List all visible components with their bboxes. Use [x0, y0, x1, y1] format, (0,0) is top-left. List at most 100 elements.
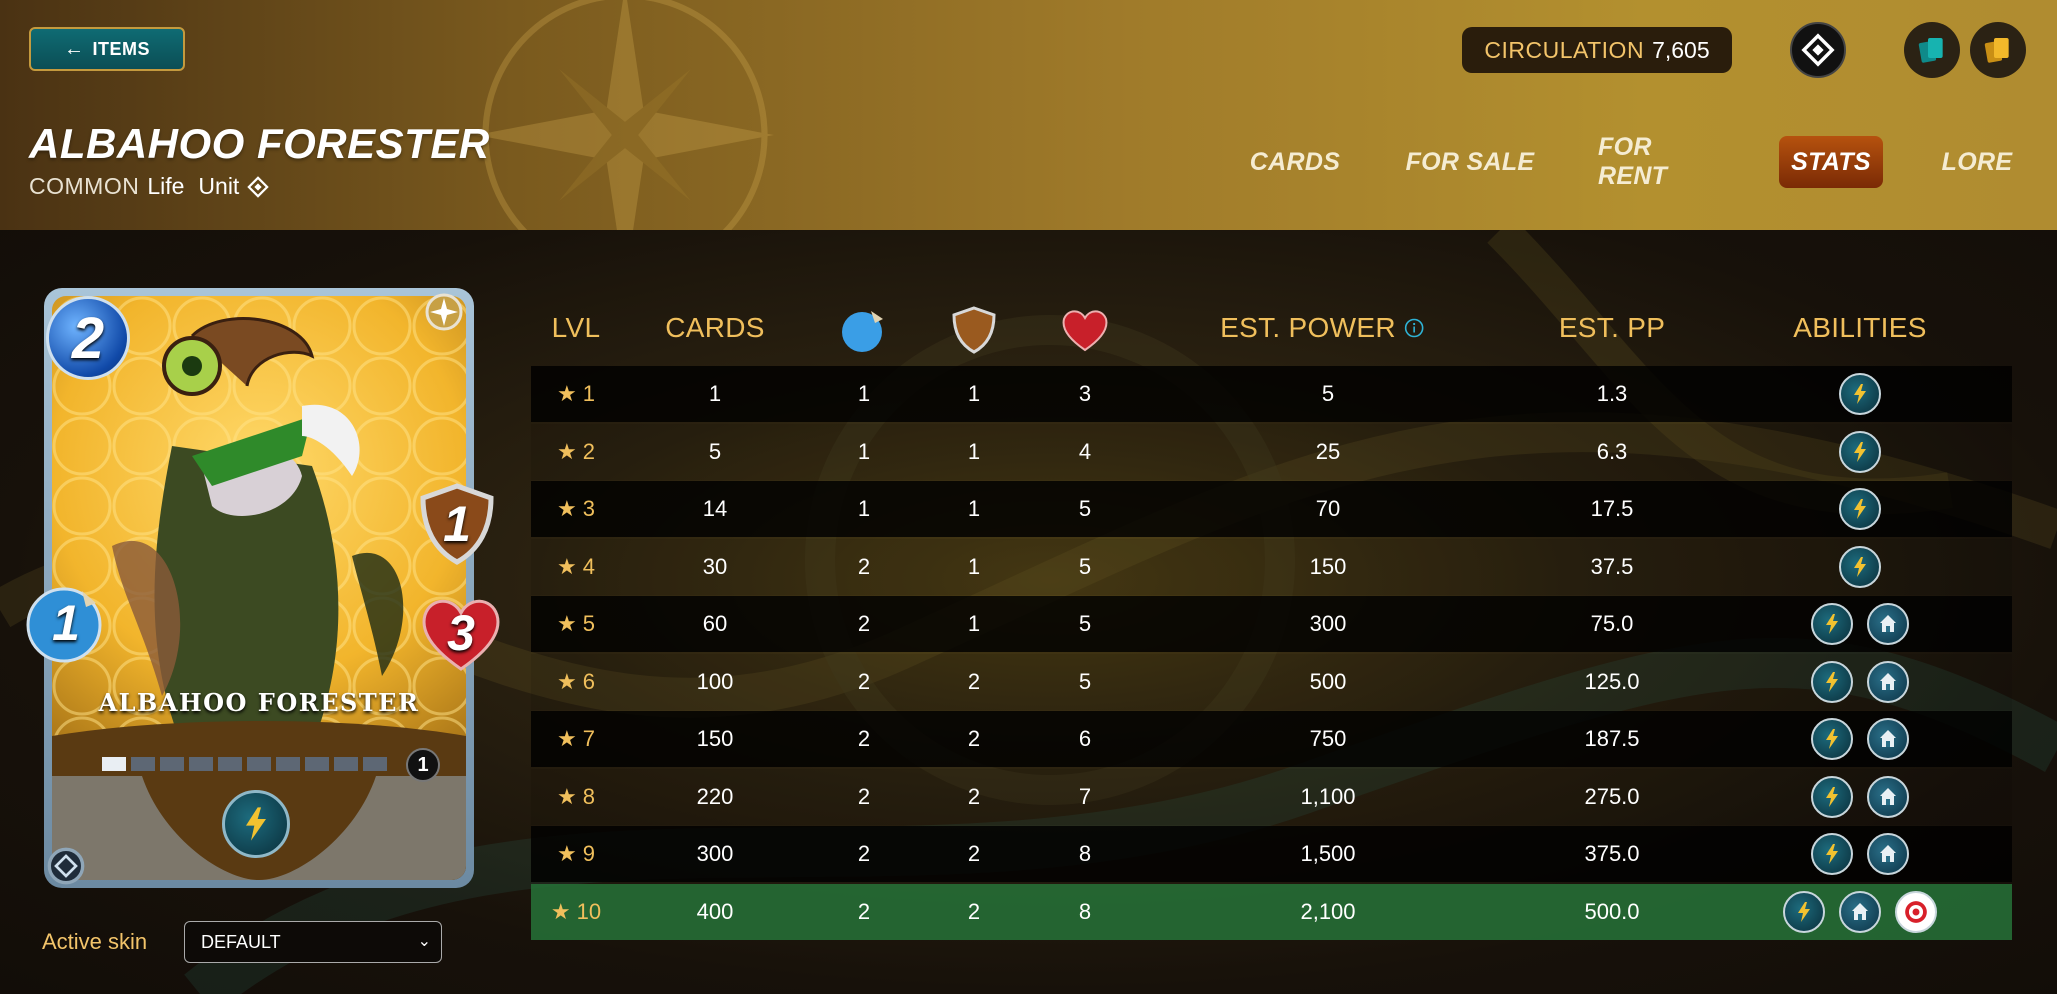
target-ability-icon [1905, 900, 1927, 923]
tab-lore[interactable]: LORE [1930, 136, 2024, 188]
abilities-group [1783, 890, 1937, 933]
lightning-ability-button[interactable] [1811, 603, 1853, 645]
home-ability-button[interactable] [1867, 660, 1909, 703]
star-icon: ★ [557, 438, 577, 464]
lightning-ability-button[interactable] [1811, 775, 1853, 818]
cell-power: 1,500 [1300, 841, 1356, 866]
cell-pp: 17.5 [1590, 496, 1634, 521]
cell-pp: 1.3 [1596, 381, 1628, 406]
est-power-label: EST. POWER [1220, 312, 1396, 343]
home-ability-icon [1852, 902, 1868, 920]
table-row: ★ 5 60 2 1 5 300 75.0 [531, 596, 2012, 652]
page-title: ALBAHOO FORESTER [29, 120, 490, 167]
life-element-icon [425, 293, 463, 331]
cell-armor: 2 [967, 668, 981, 694]
lightning-ability-button[interactable] [1839, 545, 1881, 588]
info-icon[interactable] [1404, 318, 1424, 338]
lightning-bolt-icon [1826, 786, 1838, 807]
star-icon: ★ [550, 898, 571, 924]
cell-power: 70 [1315, 496, 1341, 521]
cell-abilities [1839, 481, 1881, 537]
star-icon: ★ [557, 841, 577, 866]
cell-armor: 2 [967, 783, 981, 809]
cell-pp: 6.3 [1596, 438, 1628, 464]
tab-for-sale[interactable]: FOR SALE [1405, 136, 1535, 188]
rarity-label: COMMON [29, 173, 140, 199]
cell-level: ★ 6 [557, 654, 595, 710]
star-icon: ★ [557, 783, 577, 809]
cell-health: 7 [1078, 783, 1092, 809]
card-view-button[interactable] [1904, 22, 1960, 78]
level-value: 6 [582, 668, 595, 694]
cell-health: 8 [1078, 898, 1092, 924]
lightning-ability-icon [222, 790, 290, 858]
back-button-label: ITEMS [92, 38, 150, 59]
cell-armor: 1 [967, 553, 981, 579]
arrow-left-icon: ← [63, 37, 85, 60]
cell-level: ★ 2 [557, 424, 595, 480]
table-row: ★ 3 14 1 1 5 70 17.5 [531, 481, 2012, 537]
cell-abilities [1839, 539, 1881, 595]
home-ability-button[interactable] [1867, 833, 1909, 875]
compass-emblem-icon [476, 0, 774, 230]
lightning-ability-button[interactable] [1839, 430, 1881, 473]
cell-cards: 1 [708, 381, 722, 406]
tab-stats[interactable]: STATS [1779, 136, 1883, 188]
header-est-power: EST. POWER [1220, 312, 1424, 344]
cell-pp: 187.5 [1584, 726, 1640, 751]
abilities-group [1811, 718, 1909, 760]
level-value: 4 [582, 553, 595, 579]
card-list-button[interactable] [1970, 22, 2026, 78]
cell-health: 8 [1078, 841, 1092, 866]
cell-cards: 400 [696, 898, 734, 924]
cell-cards: 300 [696, 841, 734, 866]
cell-health: 5 [1078, 611, 1092, 636]
home-ability-button[interactable] [1867, 603, 1909, 645]
lightning-ability-button[interactable] [1811, 660, 1853, 703]
level-value: 3 [582, 496, 595, 521]
back-to-items-button[interactable]: ← ITEMS [29, 27, 185, 71]
table-row: ★ 1 1 1 1 3 5 1.3 [531, 366, 2012, 422]
table-row: ★ 8 220 2 2 7 1,100 275.0 [531, 768, 2012, 825]
star-icon: ★ [557, 496, 577, 521]
circulation-value: 7,605 [1652, 36, 1710, 63]
cell-abilities [1839, 424, 1881, 480]
target-ability-button[interactable] [1895, 890, 1937, 933]
lightning-ability-button[interactable] [1839, 373, 1881, 415]
cell-level: ★ 1 [557, 366, 595, 422]
cell-armor: 1 [967, 496, 981, 521]
cell-cards: 60 [702, 611, 728, 636]
level-value: 8 [582, 783, 595, 809]
cell-health: 4 [1078, 438, 1092, 464]
health-stat-badge: 3 [419, 591, 503, 675]
circulation-label: CIRCULATION [1484, 36, 1645, 63]
cell-power: 2,100 [1300, 898, 1356, 924]
cell-abilities [1811, 711, 1909, 767]
star-icon: ★ [557, 381, 577, 406]
armor-stat-badge: 1 [415, 482, 499, 566]
cell-power: 5 [1321, 381, 1335, 406]
armor-shield-icon [952, 306, 996, 354]
card-name: ALBAHOO FORESTER [98, 688, 420, 717]
lightning-bolt-icon [1854, 499, 1866, 519]
home-ability-button[interactable] [1867, 775, 1909, 818]
tab-cards[interactable]: CARDS [1240, 136, 1350, 188]
lightning-ability-button[interactable] [1811, 718, 1853, 760]
cell-power: 25 [1315, 438, 1341, 464]
active-skin-select[interactable]: DEFAULT ⌄ [184, 921, 442, 963]
card-level-badge: 1 [406, 748, 440, 782]
abilities-group [1811, 660, 1909, 703]
active-skin-label: Active skin [42, 929, 148, 954]
lightning-ability-button[interactable] [1783, 890, 1825, 933]
cell-pp: 275.0 [1584, 783, 1640, 809]
tab-for-rent[interactable]: FOR RENT [1598, 133, 1728, 190]
cell-cards: 14 [702, 496, 728, 521]
cell-level: ★ 7 [557, 711, 595, 767]
home-ability-button[interactable] [1867, 718, 1909, 760]
cards-gold-icon [1984, 38, 2009, 63]
hive-diamond-icon [1801, 33, 1835, 67]
hive-engine-button[interactable] [1790, 22, 1846, 78]
lightning-ability-button[interactable] [1839, 488, 1881, 530]
lightning-ability-button[interactable] [1811, 833, 1853, 875]
home-ability-button[interactable] [1839, 890, 1881, 933]
